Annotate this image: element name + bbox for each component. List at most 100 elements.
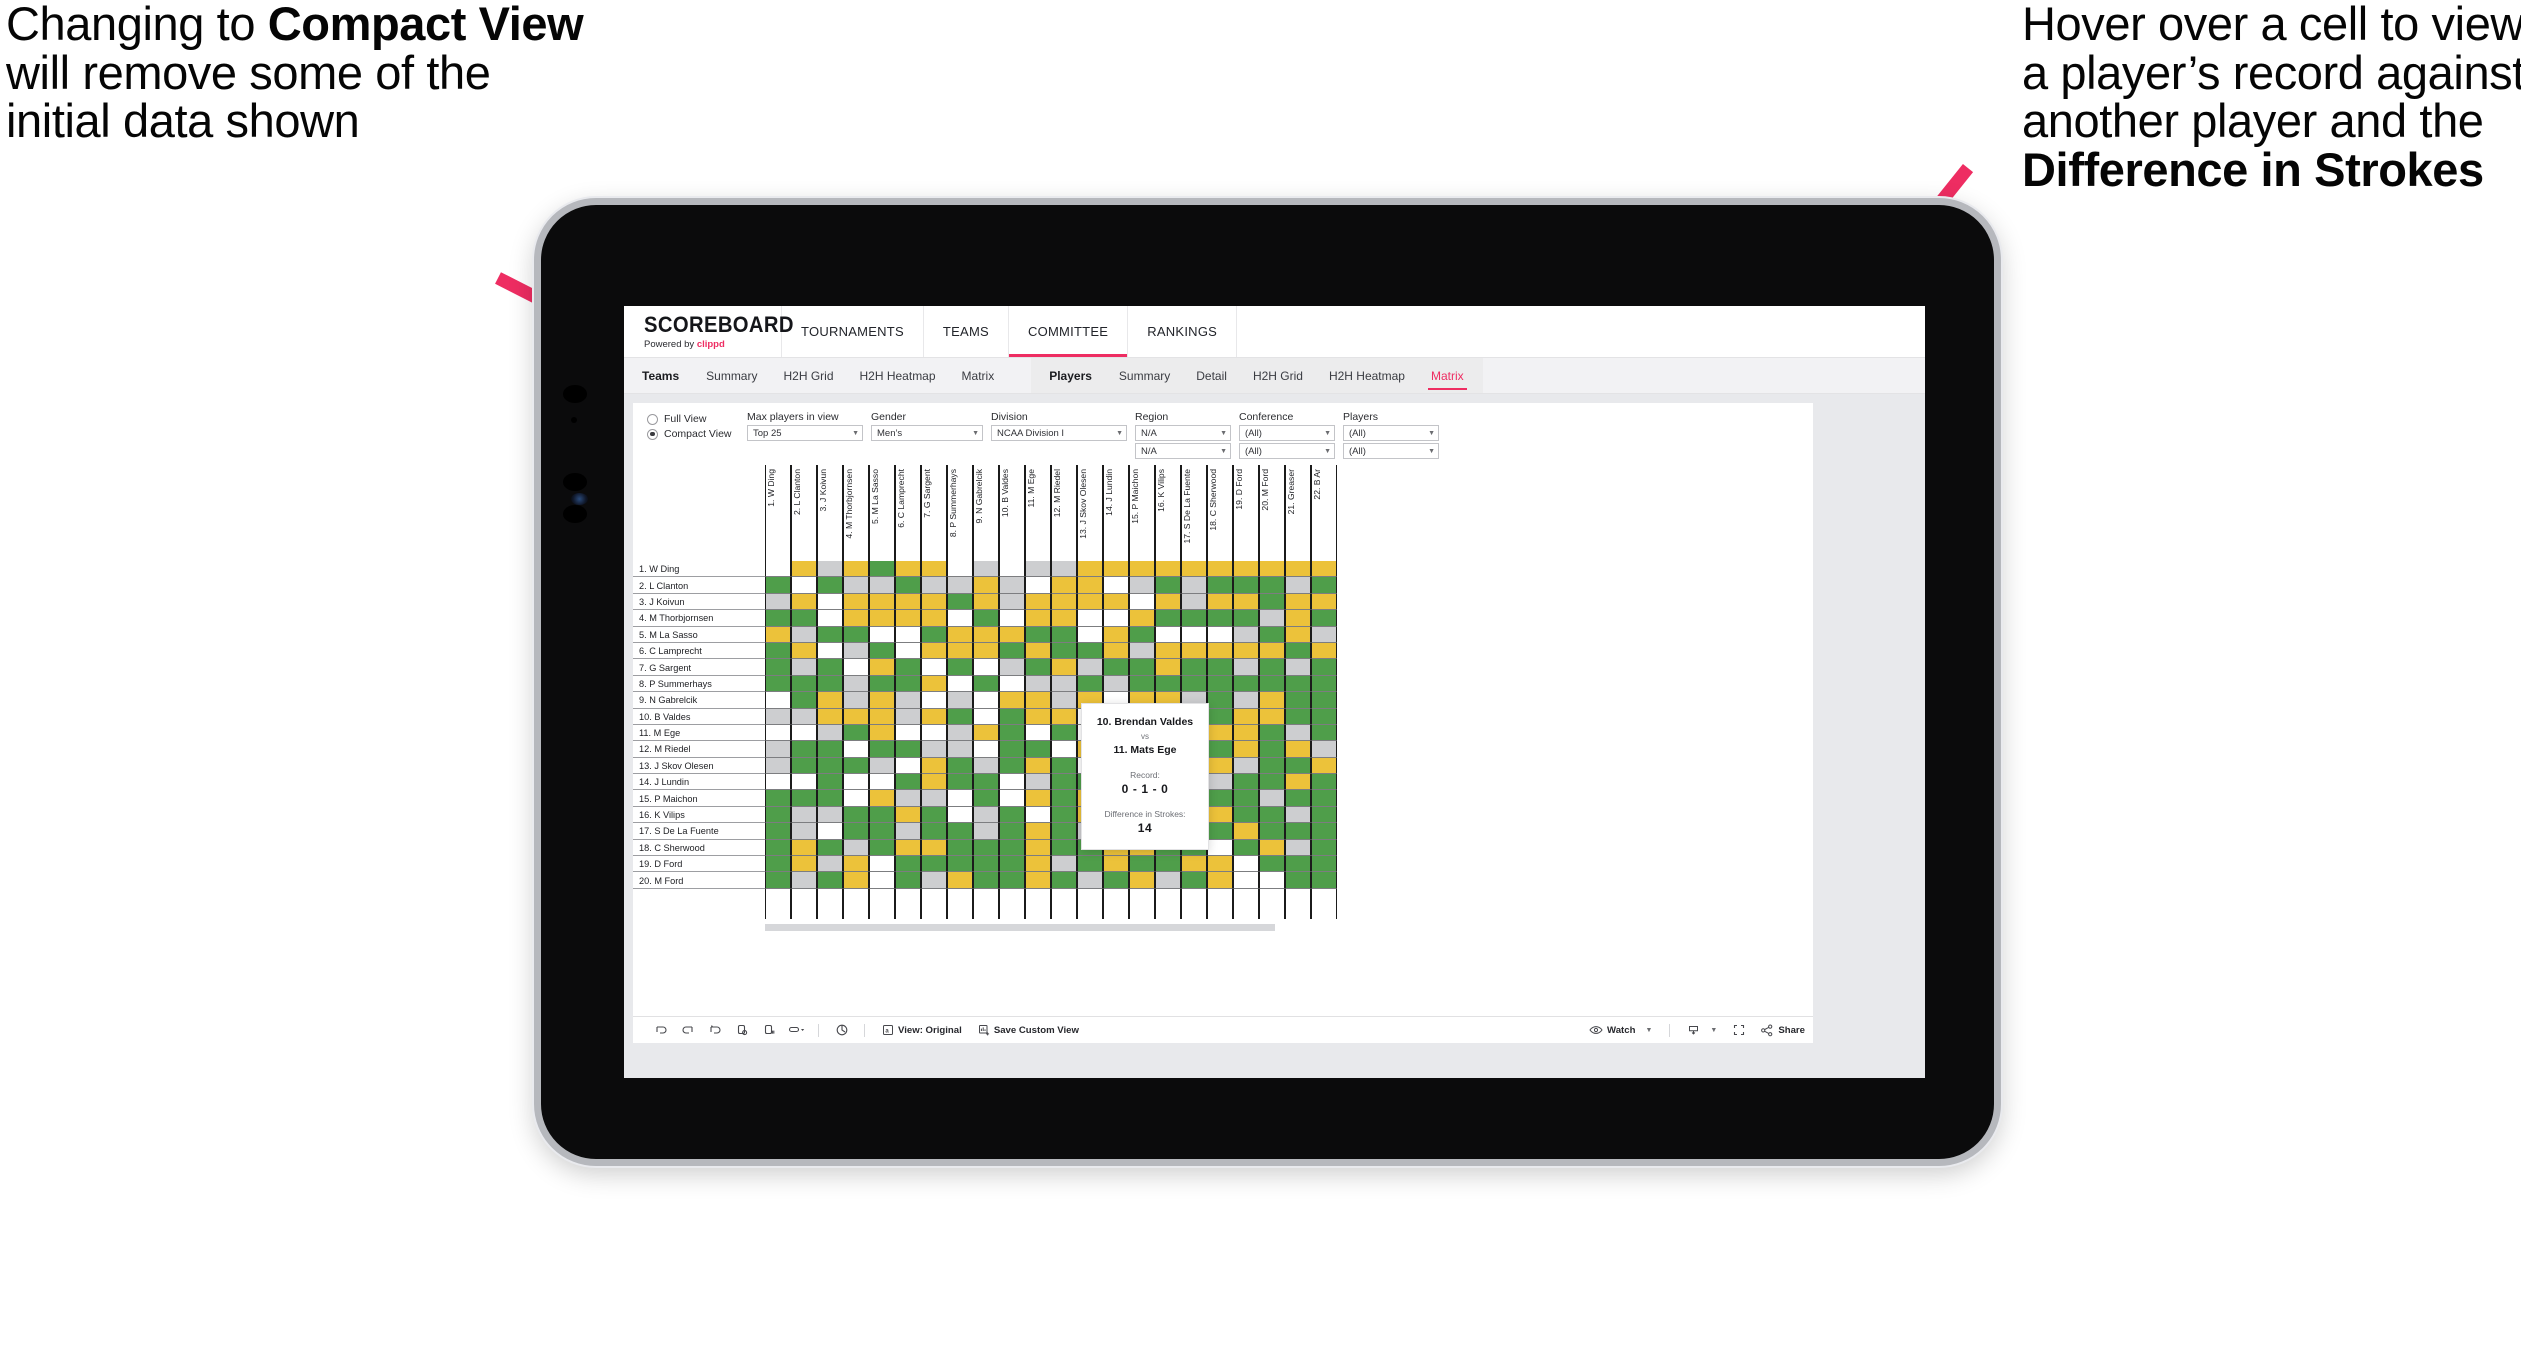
matrix-cell[interactable]	[1311, 724, 1337, 742]
matrix-cell[interactable]	[817, 708, 843, 725]
matrix-cell[interactable]	[791, 790, 817, 807]
matrix-cell[interactable]	[869, 806, 895, 824]
matrix-cell[interactable]	[817, 806, 843, 824]
matrix-column-header[interactable]: 18. C Sherwood	[1207, 465, 1233, 561]
matrix-column-header[interactable]: 3. J Koivun	[817, 465, 843, 561]
matrix-cell[interactable]	[1233, 839, 1259, 857]
matrix-cell[interactable]	[1285, 872, 1311, 889]
matrix-cell[interactable]	[843, 692, 869, 709]
matrix-cell[interactable]	[1233, 741, 1259, 758]
matrix-cell[interactable]	[791, 610, 817, 627]
matrix-cell[interactable]	[1103, 659, 1129, 676]
matrix-cell[interactable]	[973, 806, 999, 824]
matrix-cell[interactable]	[999, 577, 1025, 594]
matrix-cell[interactable]	[1233, 757, 1259, 775]
matrix-cell[interactable]	[765, 692, 791, 709]
matrix-cell[interactable]	[817, 626, 843, 643]
matrix-cell[interactable]	[1181, 642, 1207, 660]
matrix-cell[interactable]	[895, 757, 921, 775]
matrix-column-header[interactable]: 7. G Sargent	[921, 465, 947, 561]
matrix-cell[interactable]	[869, 872, 895, 889]
matrix-cell[interactable]	[1103, 642, 1129, 660]
matrix-cell[interactable]	[1207, 692, 1233, 709]
matrix-cell[interactable]	[1233, 708, 1259, 725]
matrix-cell[interactable]	[843, 659, 869, 676]
matrix-column-header[interactable]: 13. J Skov Olesen	[1077, 465, 1103, 561]
matrix-cell[interactable]	[895, 593, 921, 611]
matrix-cell[interactable]	[1051, 626, 1077, 643]
matrix-cell[interactable]	[791, 823, 817, 840]
topnav-item-rankings[interactable]: RANKINGS	[1128, 306, 1238, 357]
matrix-cell[interactable]	[947, 675, 973, 693]
matrix-cell[interactable]	[1025, 593, 1051, 611]
matrix-cell[interactable]	[973, 741, 999, 758]
matrix-cell[interactable]	[1051, 675, 1077, 693]
matrix-cell[interactable]	[1207, 856, 1233, 873]
brand-logo[interactable]: SCOREBOARD Powered by clippd	[624, 306, 794, 357]
matrix-cell[interactable]	[791, 708, 817, 725]
filter-region-select-1[interactable]: N/A ▼	[1135, 425, 1231, 441]
matrix-cell[interactable]	[1129, 610, 1155, 627]
matrix-cell[interactable]	[1285, 757, 1311, 775]
matrix-cell[interactable]	[1311, 806, 1337, 824]
matrix-cell[interactable]	[765, 757, 791, 775]
matrix-cell[interactable]	[1233, 626, 1259, 643]
matrix-cell[interactable]	[1051, 577, 1077, 594]
matrix-cell[interactable]	[765, 626, 791, 643]
matrix-cell[interactable]	[1285, 675, 1311, 693]
matrix-cell[interactable]	[765, 856, 791, 873]
matrix-cell[interactable]	[973, 659, 999, 676]
matrix-cell[interactable]	[895, 724, 921, 742]
matrix-cell[interactable]	[947, 806, 973, 824]
matrix-cell[interactable]	[1051, 790, 1077, 807]
matrix-cell[interactable]	[921, 741, 947, 758]
matrix-cell[interactable]	[1051, 872, 1077, 889]
matrix-row-header[interactable]: 10. B Valdes	[633, 708, 765, 725]
matrix-cell[interactable]	[1233, 577, 1259, 594]
matrix-cell[interactable]	[999, 593, 1025, 611]
matrix-cell[interactable]	[1311, 577, 1337, 594]
matrix-cell[interactable]	[1233, 561, 1259, 578]
matrix-cell[interactable]	[999, 675, 1025, 693]
matrix-cell[interactable]	[1207, 757, 1233, 775]
matrix-cell[interactable]	[973, 692, 999, 709]
matrix-cell[interactable]	[1259, 708, 1285, 725]
matrix-cell[interactable]	[1155, 577, 1181, 594]
matrix-cell[interactable]	[921, 806, 947, 824]
matrix-cell[interactable]	[999, 642, 1025, 660]
matrix-cell[interactable]	[765, 593, 791, 611]
matrix-cell[interactable]	[947, 610, 973, 627]
matrix-cell[interactable]	[1025, 659, 1051, 676]
matrix-column-header[interactable]: 21. Greaser	[1285, 465, 1311, 561]
matrix-row-header[interactable]: 20. M Ford	[633, 872, 765, 889]
matrix-column-header[interactable]: 11. M Ege	[1025, 465, 1051, 561]
matrix-cell[interactable]	[869, 823, 895, 840]
pan-mode-icon[interactable]	[782, 1017, 809, 1044]
matrix-cell[interactable]	[1181, 872, 1207, 889]
matrix-cell[interactable]	[1311, 659, 1337, 676]
matrix-row-header[interactable]: 7. G Sargent	[633, 659, 765, 676]
matrix-cell[interactable]	[869, 642, 895, 660]
matrix-cell[interactable]	[1259, 626, 1285, 643]
matrix-column-header[interactable]: 2. L Clanton	[791, 465, 817, 561]
radio-compact-view[interactable]: Compact View	[647, 428, 747, 440]
matrix-cell[interactable]	[1233, 790, 1259, 807]
matrix-cell[interactable]	[791, 872, 817, 889]
matrix-cell[interactable]	[999, 692, 1025, 709]
matrix-row-header[interactable]: 6. C Lamprecht	[633, 642, 765, 660]
matrix-cell[interactable]	[843, 593, 869, 611]
matrix-cell[interactable]	[1311, 774, 1337, 791]
matrix-cell[interactable]	[973, 626, 999, 643]
matrix-cell[interactable]	[973, 675, 999, 693]
topnav-item-tournaments[interactable]: TOURNAMENTS	[782, 306, 924, 357]
matrix-cell[interactable]	[1051, 610, 1077, 627]
matrix-cell[interactable]	[1311, 790, 1337, 807]
matrix-cell[interactable]	[1259, 593, 1285, 611]
matrix-cell[interactable]	[947, 642, 973, 660]
view-original-button[interactable]: a View: Original	[874, 1024, 970, 1036]
subnav-players-h2h-grid[interactable]: H2H Grid	[1240, 358, 1316, 393]
matrix-row-header[interactable]: 12. M Riedel	[633, 741, 765, 758]
matrix-column-header[interactable]: 17. S De La Fuente	[1181, 465, 1207, 561]
matrix-cell[interactable]	[869, 839, 895, 857]
matrix-cell[interactable]	[1311, 823, 1337, 840]
